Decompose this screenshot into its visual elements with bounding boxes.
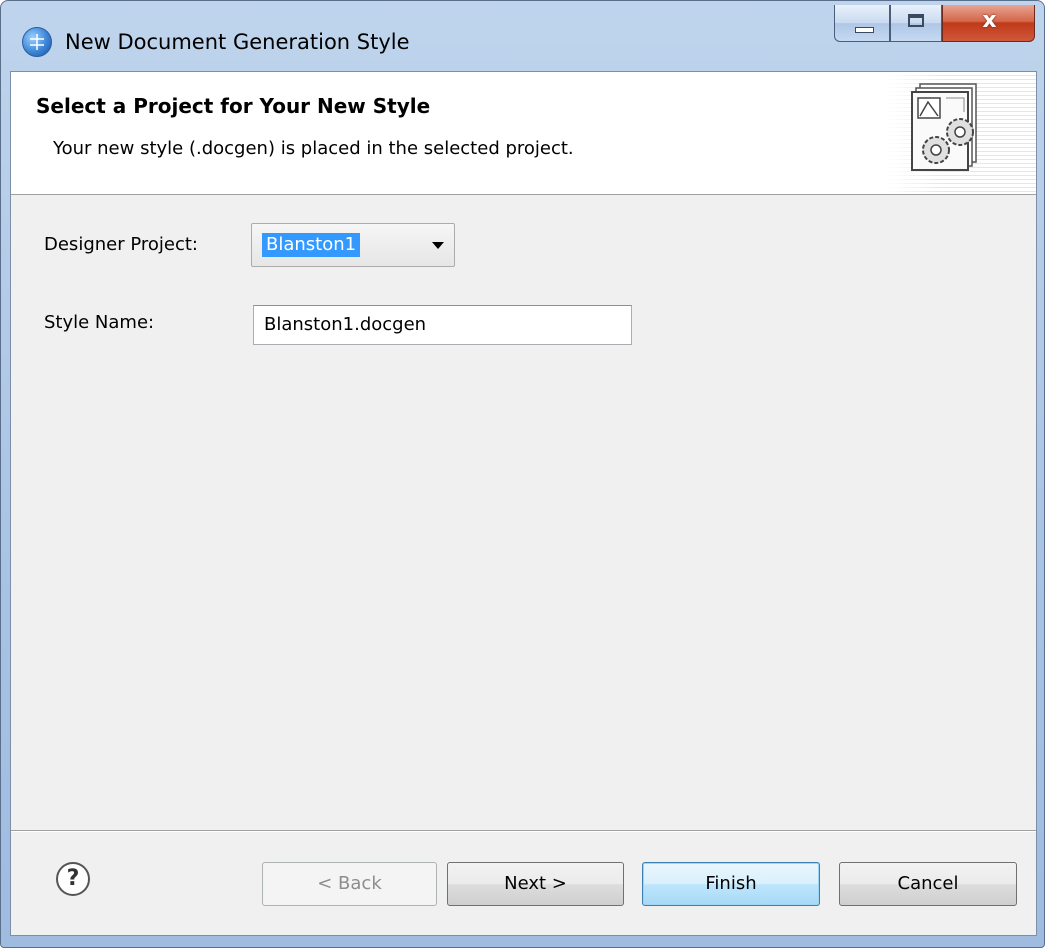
dialog-window: New Document Generation Style x Select a…: [0, 0, 1045, 948]
minimize-icon: [855, 27, 874, 33]
minimize-button[interactable]: [834, 5, 890, 42]
next-button[interactable]: Next >: [447, 862, 624, 906]
close-button[interactable]: x: [942, 5, 1035, 42]
back-button[interactable]: < Back: [262, 862, 437, 906]
page-description: Your new style (.docgen) is placed in th…: [53, 138, 574, 159]
style-name-label: Style Name:: [44, 312, 155, 333]
wizard-header: Select a Project for Your New Style Your…: [11, 72, 1036, 195]
app-globe-icon: [22, 27, 52, 57]
help-icon[interactable]: ?: [56, 862, 90, 896]
dialog-body: Select a Project for Your New Style Your…: [10, 71, 1037, 936]
document-gears-icon: [911, 83, 977, 171]
footer-divider: [11, 830, 1036, 832]
close-icon: x: [982, 8, 997, 33]
style-name-field[interactable]: Blanston1.docgen: [253, 305, 632, 345]
window-controls: x: [834, 5, 1040, 42]
designer-project-label: Designer Project:: [44, 234, 198, 255]
designer-project-combo[interactable]: Blanston1: [251, 223, 455, 267]
designer-project-value: Blanston1: [262, 233, 361, 257]
page-title: Select a Project for Your New Style: [36, 94, 431, 118]
cancel-button[interactable]: Cancel: [839, 862, 1017, 906]
title-bar[interactable]: New Document Generation Style x: [1, 1, 1044, 71]
maximize-button[interactable]: [890, 5, 942, 42]
chevron-down-icon[interactable]: [432, 242, 444, 249]
finish-button[interactable]: Finish: [642, 862, 820, 906]
maximize-icon: [908, 14, 924, 27]
window-title: New Document Generation Style: [65, 30, 410, 54]
